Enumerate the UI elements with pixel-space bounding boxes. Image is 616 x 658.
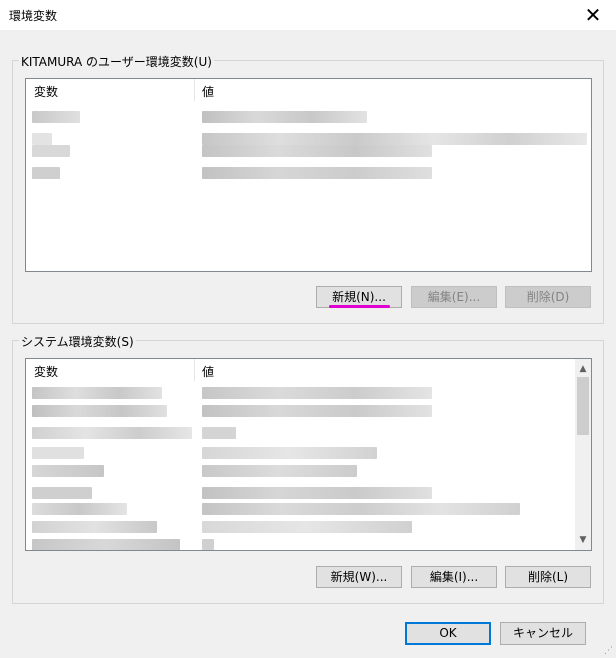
- highlight-underline: [329, 305, 390, 308]
- redacted-variable-name: [32, 405, 167, 417]
- redacted-variable-value: [202, 111, 367, 123]
- table-row[interactable]: [26, 461, 591, 479]
- redacted-variable-name: [32, 487, 92, 499]
- column-header-value[interactable]: 値: [202, 363, 214, 380]
- resize-grip-icon[interactable]: ⋰: [604, 646, 614, 656]
- redacted-variable-name: [32, 447, 84, 459]
- column-separator[interactable]: [194, 359, 195, 381]
- redacted-variable-value: [202, 465, 357, 477]
- redacted-variable-value: [202, 167, 432, 179]
- user-delete-button[interactable]: 削除(D): [505, 286, 591, 308]
- redacted-variable-name: [32, 167, 60, 179]
- redacted-variable-value: [202, 521, 412, 533]
- redacted-variable-value: [202, 405, 432, 417]
- user-edit-button[interactable]: 編集(E)...: [411, 286, 497, 308]
- table-row[interactable]: [26, 499, 591, 517]
- scroll-thumb[interactable]: [577, 377, 589, 435]
- table-row[interactable]: [26, 401, 591, 419]
- system-variables-list[interactable]: 変数 値 ▲ ▼: [25, 358, 592, 551]
- table-row[interactable]: [26, 107, 591, 125]
- system-new-button[interactable]: 新規(W)...: [316, 566, 402, 588]
- table-row[interactable]: [26, 383, 591, 401]
- redacted-variable-name: [32, 465, 104, 477]
- redacted-variable-name: [32, 387, 162, 399]
- system-edit-button[interactable]: 編集(I)...: [411, 566, 497, 588]
- user-variables-label: KITAMURA のユーザー環境変数(U): [19, 53, 214, 70]
- table-row[interactable]: [26, 423, 591, 441]
- redacted-variable-name: [32, 145, 70, 157]
- scroll-down-icon[interactable]: ▼: [575, 532, 591, 548]
- window-title: 環境変数: [9, 9, 58, 23]
- redacted-variable-value: [202, 387, 432, 399]
- user-variables-list[interactable]: 変数 値: [25, 78, 592, 272]
- column-header-variable[interactable]: 変数: [34, 363, 58, 380]
- system-variables-label: システム環境変数(S): [19, 333, 136, 350]
- column-header-variable[interactable]: 変数: [34, 83, 58, 100]
- redacted-variable-name: [32, 111, 80, 123]
- redacted-variable-value: [202, 487, 432, 499]
- ok-button[interactable]: OK: [405, 622, 491, 645]
- table-row[interactable]: [26, 535, 591, 550]
- redacted-variable-name: [32, 427, 192, 439]
- vertical-scrollbar[interactable]: ▲ ▼: [575, 359, 591, 550]
- close-icon[interactable]: ✕: [570, 0, 616, 30]
- table-row[interactable]: [26, 443, 591, 461]
- redacted-variable-value: [202, 427, 236, 439]
- redacted-variable-name: [32, 521, 157, 533]
- redacted-variable-value: [202, 539, 214, 550]
- redacted-variable-name: [32, 539, 180, 550]
- redacted-variable-value: [202, 447, 377, 459]
- column-header-value[interactable]: 値: [202, 83, 214, 100]
- user-list-header: 変数 値: [26, 79, 591, 101]
- table-row[interactable]: [26, 141, 591, 159]
- column-separator[interactable]: [194, 79, 195, 101]
- scroll-up-icon[interactable]: ▲: [575, 361, 591, 377]
- title-bar: 環境変数 ✕: [0, 0, 616, 30]
- table-row[interactable]: [26, 517, 591, 535]
- system-list-header: 変数 値: [26, 359, 591, 381]
- table-row[interactable]: [26, 163, 591, 181]
- redacted-variable-value: [202, 145, 432, 157]
- cancel-button[interactable]: キャンセル: [500, 622, 586, 645]
- redacted-variable-name: [32, 503, 127, 515]
- redacted-variable-value: [202, 503, 520, 515]
- system-delete-button[interactable]: 削除(L): [505, 566, 591, 588]
